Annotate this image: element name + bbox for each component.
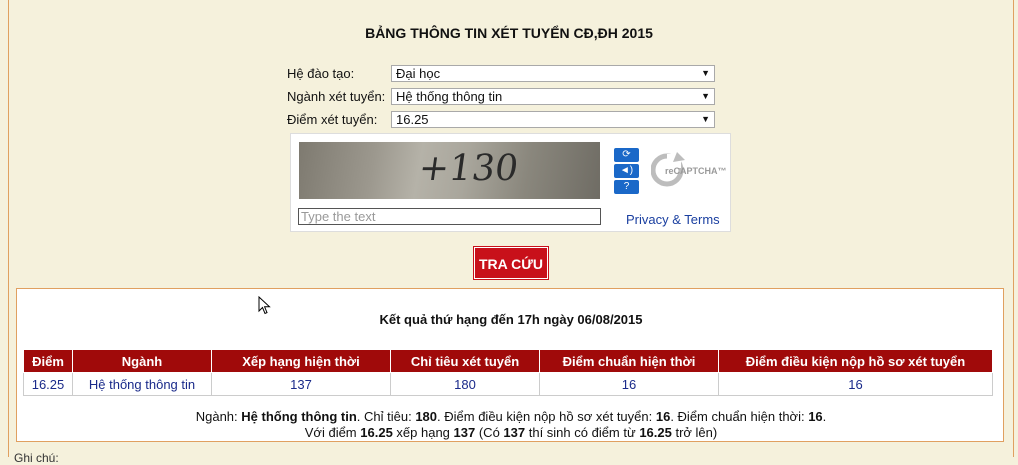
summary-text: Ngành: — [195, 409, 242, 424]
nganh-select[interactable]: Hệ thống thông tin ▼ — [391, 88, 715, 105]
diem-value: 16.25 — [396, 112, 429, 127]
column-header: Điểm chuẩn hiện thời — [539, 349, 719, 373]
summary-value: 16.25 — [639, 425, 672, 440]
footer-note: Ghi chú: — [14, 451, 59, 465]
table-cell: 180 — [390, 372, 540, 396]
summary-text: xếp hạng — [392, 425, 454, 440]
summary-text: thí sinh có điểm từ — [525, 425, 640, 440]
table-cell: 16 — [718, 372, 993, 396]
result-table: Điểm Ngành Xếp hạng hiện thời Chỉ tiêu x… — [23, 349, 993, 396]
dropdown-arrow-icon: ▼ — [701, 68, 710, 78]
summary-text: (Có — [475, 425, 504, 440]
summary-value: 180 — [415, 409, 438, 424]
summary-text: . Điểm chuẩn hiện thời: — [670, 409, 809, 424]
summary-value: 16 — [808, 409, 823, 424]
table-cell: 137 — [211, 372, 391, 396]
summary-text: Với điểm — [304, 425, 361, 440]
summary-text: . Điểm điều kiện nộp hồ sơ xét tuyển: — [437, 409, 656, 424]
recaptcha-widget: +130 ⟳ ◄) ? reCAPTCHA™ Type the text Pri… — [290, 133, 731, 232]
captcha-image: +130 — [299, 142, 600, 199]
help-icon[interactable]: ? — [614, 180, 639, 194]
table-cell: 16.25 — [23, 372, 73, 396]
nganh-value: Hệ thống thông tin — [396, 89, 503, 104]
nganh-label: Ngành xét tuyển: — [287, 89, 386, 104]
column-header: Điểm điều kiện nộp hồ sơ xét tuyển — [718, 349, 993, 373]
result-summary-line-2: Với điểm 16.25 xếp hạng 137 (Có 137 thí … — [17, 425, 1005, 440]
mouse-cursor-icon — [258, 296, 271, 315]
summary-value: 137 — [503, 425, 526, 440]
result-title: Kết quả thứ hạng đến 17h ngày 06/08/2015 — [379, 312, 643, 327]
captcha-text-input[interactable]: Type the text — [298, 208, 601, 225]
search-button[interactable]: TRA CỨU — [473, 246, 549, 280]
audio-icon[interactable]: ◄) — [614, 164, 639, 178]
refresh-icon[interactable]: ⟳ — [614, 148, 639, 162]
captcha-input-placeholder: Type the text — [301, 209, 376, 224]
diem-select[interactable]: 16.25 ▼ — [391, 111, 715, 128]
summary-text: trở lên) — [671, 425, 718, 440]
he-dao-tao-value: Đại học — [396, 66, 441, 81]
captcha-image-text: +130 — [416, 148, 521, 189]
column-header: Điểm — [23, 349, 73, 373]
diem-label: Điểm xét tuyển: — [287, 112, 378, 127]
dropdown-arrow-icon: ▼ — [701, 114, 710, 124]
result-summary-line-1: Ngành: Hệ thống thông tin. Chỉ tiêu: 180… — [17, 409, 1005, 424]
recaptcha-logo-text: reCAPTCHA™ — [665, 166, 726, 176]
summary-value: 137 — [453, 425, 476, 440]
table-cell: Hệ thống thông tin — [72, 372, 212, 396]
table-header-row: Điểm Ngành Xếp hạng hiện thời Chỉ tiêu x… — [23, 349, 993, 373]
he-dao-tao-label: Hệ đào tạo: — [287, 66, 355, 81]
summary-text: . — [822, 409, 827, 424]
table-cell: 16 — [539, 372, 719, 396]
column-header: Ngành — [72, 349, 212, 373]
privacy-terms-link[interactable]: Privacy & Terms — [626, 212, 720, 227]
result-panel: Kết quả thứ hạng đến 17h ngày 06/08/2015… — [16, 288, 1004, 442]
page-title: BẢNG THÔNG TIN XÉT TUYỂN CĐ,ĐH 2015 — [365, 25, 653, 41]
recaptcha-logo-icon: reCAPTCHA™ — [651, 152, 726, 187]
summary-text: . Chỉ tiêu: — [356, 409, 416, 424]
column-header: Chỉ tiêu xét tuyển — [390, 349, 540, 373]
table-row: 16.25 Hệ thống thông tin 137 180 16 16 — [23, 372, 993, 396]
dropdown-arrow-icon: ▼ — [701, 91, 710, 101]
summary-value: Hệ thống thông tin — [241, 409, 357, 424]
summary-value: 16 — [655, 409, 671, 424]
column-header: Xếp hạng hiện thời — [211, 349, 391, 373]
he-dao-tao-select[interactable]: Đại học ▼ — [391, 65, 715, 82]
summary-value: 16.25 — [360, 425, 393, 440]
